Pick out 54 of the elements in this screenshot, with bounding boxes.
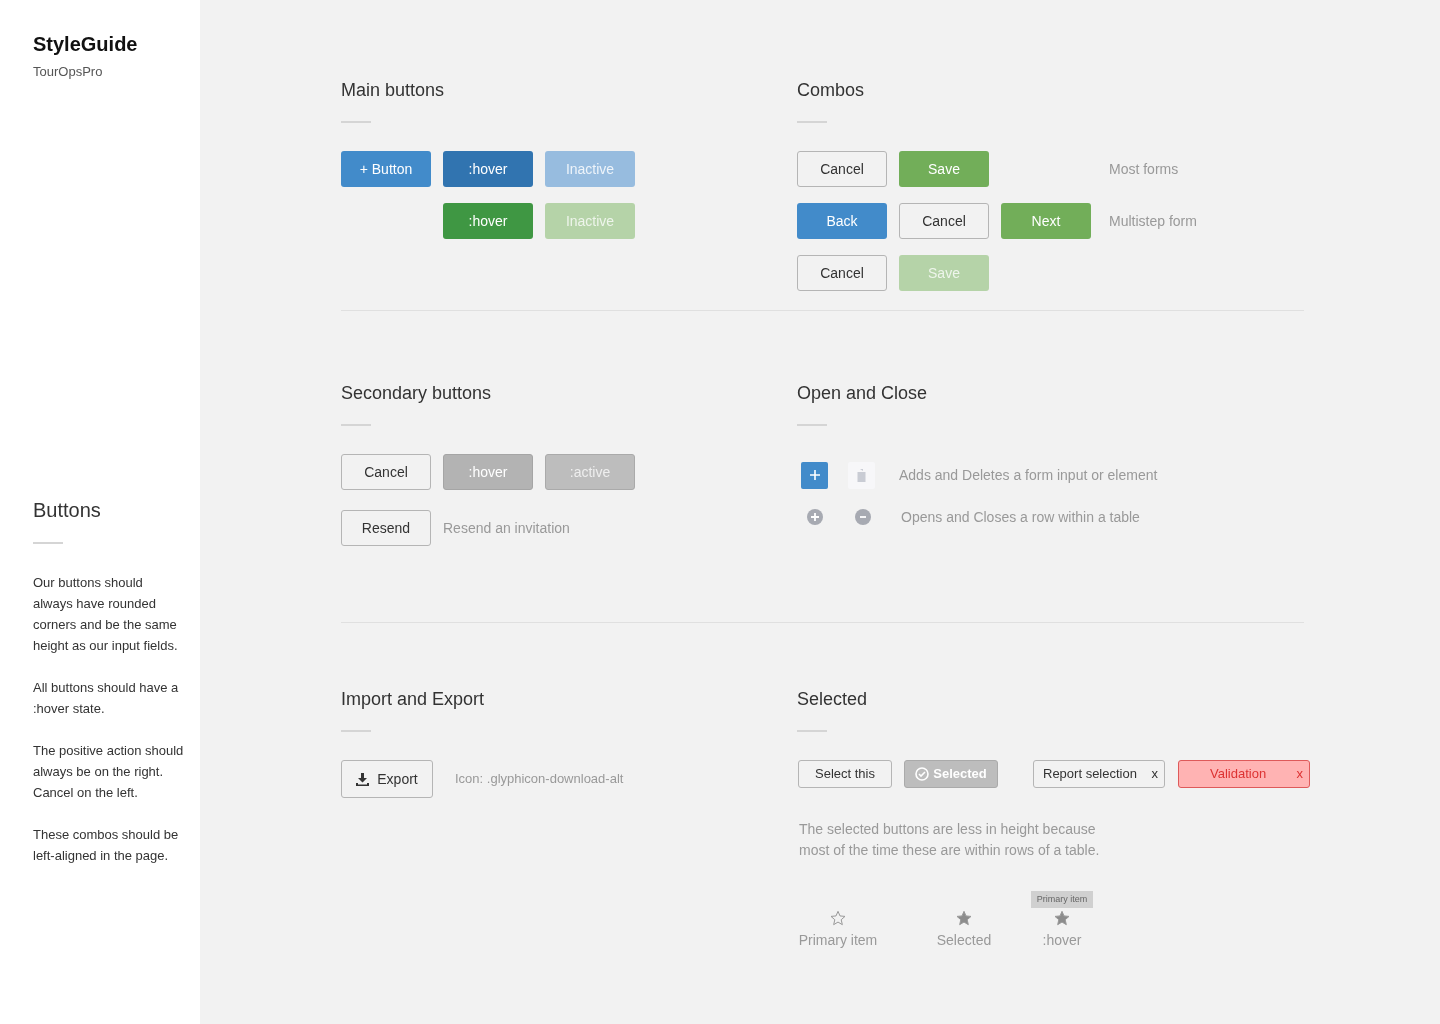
- download-icon: [356, 772, 370, 786]
- delete-button[interactable]: [848, 461, 875, 489]
- button[interactable]: + Button: [341, 151, 431, 187]
- star-label: :hover: [1042, 931, 1082, 950]
- section-title: Secondary buttons: [341, 382, 493, 405]
- icon-note: Icon: .glyphicon-download-alt: [455, 770, 624, 789]
- sidebar-section-title: Buttons: [33, 497, 102, 523]
- remove-button[interactable]: x: [1296, 764, 1303, 784]
- description-text: Adds and Deletes a form input or element: [899, 466, 1158, 485]
- check-circle-icon: [915, 767, 930, 781]
- button[interactable]: Next: [1001, 203, 1091, 239]
- toggle-button[interactable]: Select this: [798, 760, 892, 788]
- selected-description: The selected buttons are less in height because most of the time these are within rows of a table.: [799, 820, 1101, 860]
- button-note: Resend an invitation: [443, 519, 570, 538]
- button[interactable]: Cancel: [341, 454, 431, 490]
- section-title: Import and Export: [341, 688, 486, 711]
- minus-circle-icon[interactable]: [855, 509, 871, 525]
- button[interactable]: :hover: [443, 151, 533, 187]
- plus-circle-icon[interactable]: [807, 509, 823, 525]
- sidebar-paragraph: All buttons should have a :hover state.: [33, 678, 180, 718]
- description-text: Opens and Closes a row within a table: [901, 508, 1140, 527]
- button[interactable]: :hover: [443, 203, 533, 239]
- sidebar-paragraph: These combos should be left-aligned in the page.: [33, 825, 180, 865]
- section-title: Combos: [797, 79, 866, 102]
- add-button[interactable]: [801, 461, 828, 489]
- button[interactable]: Cancel: [797, 255, 887, 291]
- combo-note: Multistep form: [1109, 212, 1197, 231]
- star-label: Selected: [936, 931, 992, 950]
- combo-note: Most forms: [1109, 160, 1179, 179]
- brand-subtitle: TourOpsPro: [33, 63, 104, 81]
- button[interactable]: Back: [797, 203, 887, 239]
- toggle-button[interactable]: Selected: [904, 760, 998, 788]
- button[interactable]: Resend: [341, 510, 431, 546]
- section-title: Main buttons: [341, 79, 446, 102]
- sidebar-paragraph: Our buttons should always have rounded corners and be the same height as our input fields.: [33, 573, 179, 655]
- sidebar-paragraph: The positive action should always be on the right. Cancel on the left.: [33, 741, 185, 802]
- button[interactable]: Save: [899, 151, 989, 187]
- section-title: Open and Close: [797, 382, 929, 405]
- button[interactable]: Cancel: [899, 203, 989, 239]
- button[interactable]: Cancel: [797, 151, 887, 187]
- export-button[interactable]: Export: [341, 760, 433, 798]
- button[interactable]: :hover: [443, 454, 533, 490]
- brand-title: StyleGuide: [33, 32, 139, 57]
- outline-star-icon: [830, 910, 846, 926]
- tag-label: Report selection: [1043, 765, 1137, 784]
- tooltip: Primary item: [1030, 890, 1094, 908]
- tag-label: Validation: [1210, 765, 1267, 784]
- plus-icon: [809, 470, 820, 480]
- section-title: Selected: [797, 688, 869, 711]
- filled-star-icon: [1054, 910, 1070, 926]
- filled-star-icon: [956, 910, 972, 926]
- trash-icon: [856, 468, 867, 482]
- remove-button[interactable]: x: [1151, 764, 1158, 784]
- star-label: Primary item: [798, 931, 878, 950]
